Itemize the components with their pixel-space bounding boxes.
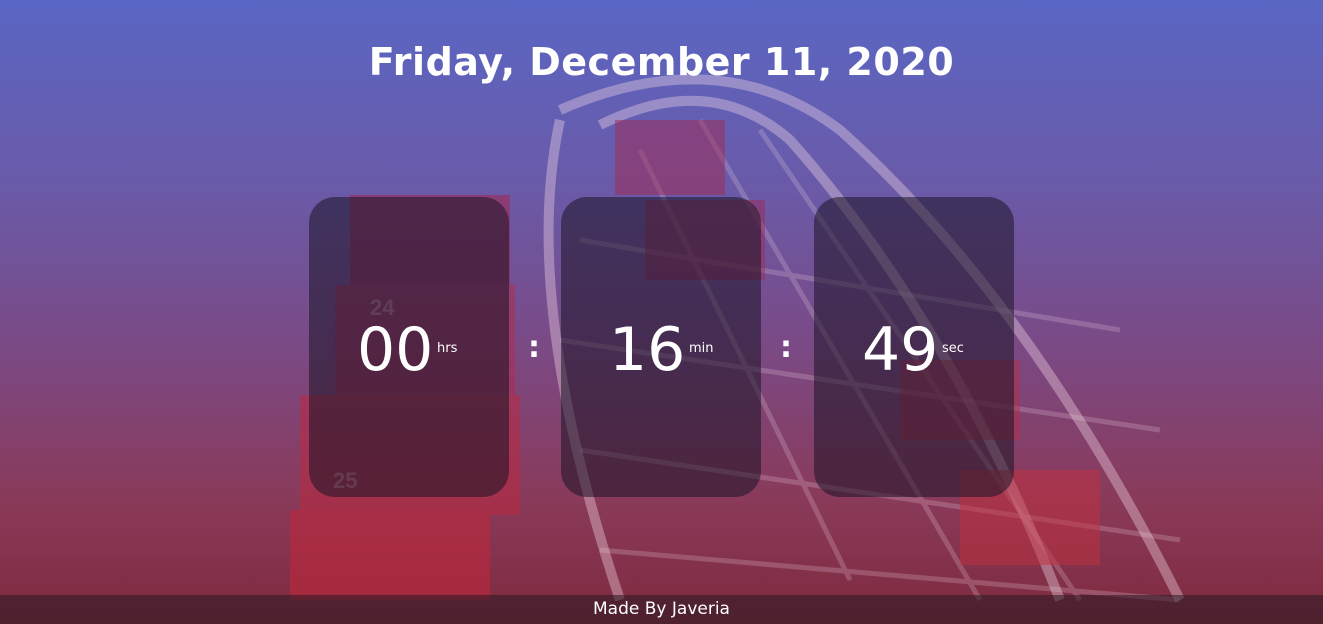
hours-value: 00 [357, 315, 434, 385]
seconds-unit: sec [942, 341, 964, 356]
current-date: Friday, December 11, 2020 [368, 40, 955, 84]
seconds-card: 49 sec [814, 197, 1014, 497]
hours-card: 00 hrs [309, 197, 509, 497]
time-separator: : [528, 330, 540, 365]
minutes-card: 16 min [561, 197, 761, 497]
time-separator: : [780, 330, 792, 365]
countdown-timer: 00 hrs : 16 min : 49 sec [309, 197, 1014, 497]
minutes-value: 16 [609, 315, 686, 385]
hours-unit: hrs [437, 341, 458, 356]
footer-credit: Made By Javeria [0, 595, 1323, 624]
minutes-unit: min [689, 341, 714, 356]
seconds-value: 49 [862, 315, 939, 385]
